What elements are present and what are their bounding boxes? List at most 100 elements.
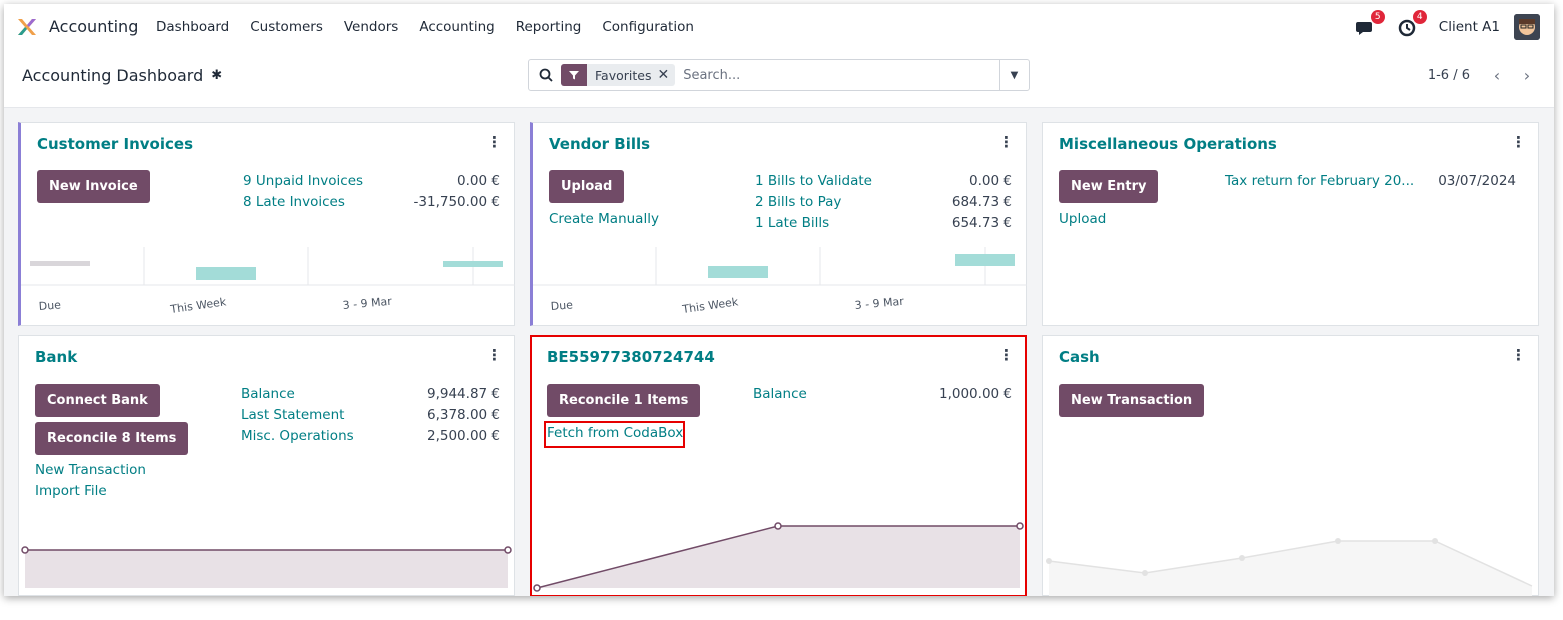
messages-button[interactable]: 5	[1355, 10, 1385, 38]
chart-label-due: Due	[550, 298, 573, 313]
chart-point[interactable]	[1239, 555, 1245, 561]
gear-icon[interactable]: ✱	[211, 68, 222, 83]
pager-value[interactable]: 1-6 / 6	[1428, 68, 1470, 83]
pager: 1-6 / 6 ‹ ›	[1428, 62, 1540, 88]
chart-point[interactable]	[1335, 538, 1341, 544]
messages-badge: 5	[1370, 10, 1385, 24]
journal-card-vendor-bills: Vendor Bills ⋮ Upload Create Manually 1 …	[530, 122, 1027, 326]
chart-label-due: Due	[38, 298, 61, 313]
menu-dashboard[interactable]: Dashboard	[156, 19, 229, 35]
bills-bar-chart[interactable]: Due This Week 3 - 9 Mar	[533, 247, 1027, 327]
menu-reporting[interactable]: Reporting	[516, 19, 582, 35]
kebab-menu-icon[interactable]: ⋮	[1511, 346, 1526, 364]
user-menu[interactable]: Client A1	[1439, 19, 1500, 35]
kebab-menu-icon[interactable]: ⋮	[487, 133, 502, 151]
chart-label-range: 3 - 9 Mar	[854, 295, 905, 312]
chart-bar-future[interactable]	[955, 254, 1015, 266]
card-title[interactable]: Bank	[35, 348, 77, 366]
last-statement-link[interactable]: Last Statement	[241, 407, 344, 423]
avatar-face-icon	[1514, 14, 1540, 40]
close-icon[interactable]: ✕	[657, 67, 675, 83]
activities-badge: 4	[1412, 10, 1427, 24]
late-bills-link[interactable]: 1 Late Bills	[755, 215, 829, 231]
chart-label-range: 3 - 9 Mar	[342, 295, 393, 312]
cash-balance-chart[interactable]	[1043, 526, 1538, 596]
journal-card-customer-invoices: Customer Invoices ⋮ New Invoice 9 Unpaid…	[18, 122, 515, 326]
filter-icon	[561, 64, 587, 86]
breadcrumb: Accounting Dashboard	[22, 66, 204, 85]
upload-button[interactable]: Upload	[549, 170, 625, 203]
card-title[interactable]: Customer Invoices	[37, 135, 193, 153]
bills-to-validate-link[interactable]: 1 Bills to Validate	[755, 173, 872, 189]
journal-card-misc-operations: Miscellaneous Operations ⋮ New Entry Upl…	[1042, 122, 1539, 326]
upload-link[interactable]: Upload	[1059, 211, 1106, 227]
search-facet: Favorites ✕	[561, 64, 676, 86]
kebab-menu-icon[interactable]: ⋮	[487, 346, 502, 364]
card-title[interactable]: Miscellaneous Operations	[1059, 135, 1277, 153]
menu-accounting[interactable]: Accounting	[419, 19, 494, 35]
chart-point[interactable]	[21, 546, 29, 554]
navbar-systray: 5 4 Client A1	[1355, 10, 1540, 40]
search-icon[interactable]	[533, 68, 559, 82]
connect-bank-button[interactable]: Connect Bank	[35, 384, 160, 417]
main-menu: Dashboard Customers Vendors Accounting R…	[156, 19, 715, 35]
facet-label: Favorites	[595, 67, 652, 83]
app-name[interactable]: Accounting	[49, 17, 138, 36]
bills-to-pay-amount: 684.73 €	[951, 194, 1012, 210]
last-statement-amount: 6,378.00 €	[427, 407, 500, 423]
chart-point[interactable]	[504, 546, 512, 554]
chart-label-this-week: This Week	[169, 295, 228, 316]
new-transaction-link[interactable]: New Transaction	[35, 462, 146, 478]
balance-amount: 9,944.87 €	[427, 386, 500, 402]
chart-label-this-week: This Week	[681, 295, 740, 316]
late-invoices-link[interactable]: 8 Late Invoices	[243, 194, 345, 210]
chart-bar-this-week[interactable]	[196, 267, 256, 280]
chart-bar-future[interactable]	[443, 261, 503, 267]
bank-balance-chart[interactable]	[19, 536, 514, 596]
late-invoices-amount: -31,750.00 €	[413, 194, 500, 210]
card-title[interactable]: Vendor Bills	[549, 135, 650, 153]
chart-point[interactable]	[1142, 570, 1148, 576]
chevron-down-icon[interactable]: ▼	[999, 60, 1029, 90]
menu-configuration[interactable]: Configuration	[602, 19, 694, 35]
highlight-box-card	[530, 335, 1027, 596]
chart-bar-due[interactable]	[30, 261, 90, 266]
unpaid-invoices-link[interactable]: 9 Unpaid Invoices	[243, 173, 363, 189]
journal-card-bank: Bank ⋮ Connect Bank Reconcile 8 Items Ne…	[18, 335, 515, 596]
balance-link[interactable]: Balance	[241, 386, 295, 402]
activities-button[interactable]: 4	[1397, 10, 1427, 38]
dashboard-content: Customer Invoices ⋮ New Invoice 9 Unpaid…	[4, 108, 1554, 596]
card-title[interactable]: Cash	[1059, 348, 1100, 366]
chart-point[interactable]	[1432, 538, 1438, 544]
bills-to-validate-amount: 0.00 €	[969, 173, 1012, 189]
misc-operations-link[interactable]: Misc. Operations	[241, 428, 354, 444]
entry-date: 03/07/2024	[1438, 173, 1516, 189]
menu-vendors[interactable]: Vendors	[344, 19, 398, 35]
bills-to-pay-link[interactable]: 2 Bills to Pay	[755, 194, 841, 210]
reconcile-items-button[interactable]: Reconcile 8 Items	[35, 422, 189, 455]
accounting-app-icon[interactable]	[16, 16, 38, 38]
invoices-bar-chart[interactable]: Due This Week 3 - 9 Mar	[21, 247, 515, 327]
kebab-menu-icon[interactable]: ⋮	[999, 133, 1014, 151]
import-file-link[interactable]: Import File	[35, 483, 107, 499]
kebab-menu-icon[interactable]: ⋮	[1511, 133, 1526, 151]
create-manually-link[interactable]: Create Manually	[549, 211, 659, 227]
search-input[interactable]	[683, 67, 984, 83]
chevron-left-icon[interactable]: ‹	[1484, 62, 1510, 88]
chart-point[interactable]	[1046, 558, 1052, 564]
new-invoice-button[interactable]: New Invoice	[37, 170, 150, 203]
top-navbar: Accounting Dashboard Customers Vendors A…	[4, 4, 1554, 50]
unpaid-invoices-amount: 0.00 €	[457, 173, 500, 189]
journal-card-cash: Cash ⋮ New Transaction	[1042, 335, 1539, 596]
late-bills-amount: 654.73 €	[951, 215, 1012, 231]
new-transaction-button[interactable]: New Transaction	[1059, 384, 1205, 417]
user-avatar[interactable]	[1514, 14, 1540, 40]
menu-customers[interactable]: Customers	[250, 19, 323, 35]
entry-link[interactable]: Tax return for February 20...	[1225, 173, 1414, 189]
misc-operations-amount: 2,500.00 €	[427, 428, 500, 444]
chart-bar-this-week[interactable]	[708, 266, 768, 278]
new-entry-button[interactable]: New Entry	[1059, 170, 1159, 203]
chevron-right-icon[interactable]: ›	[1514, 62, 1540, 88]
app-window: Accounting Dashboard Customers Vendors A…	[4, 4, 1554, 596]
search-bar[interactable]: Favorites ✕ ▼	[528, 59, 1030, 91]
